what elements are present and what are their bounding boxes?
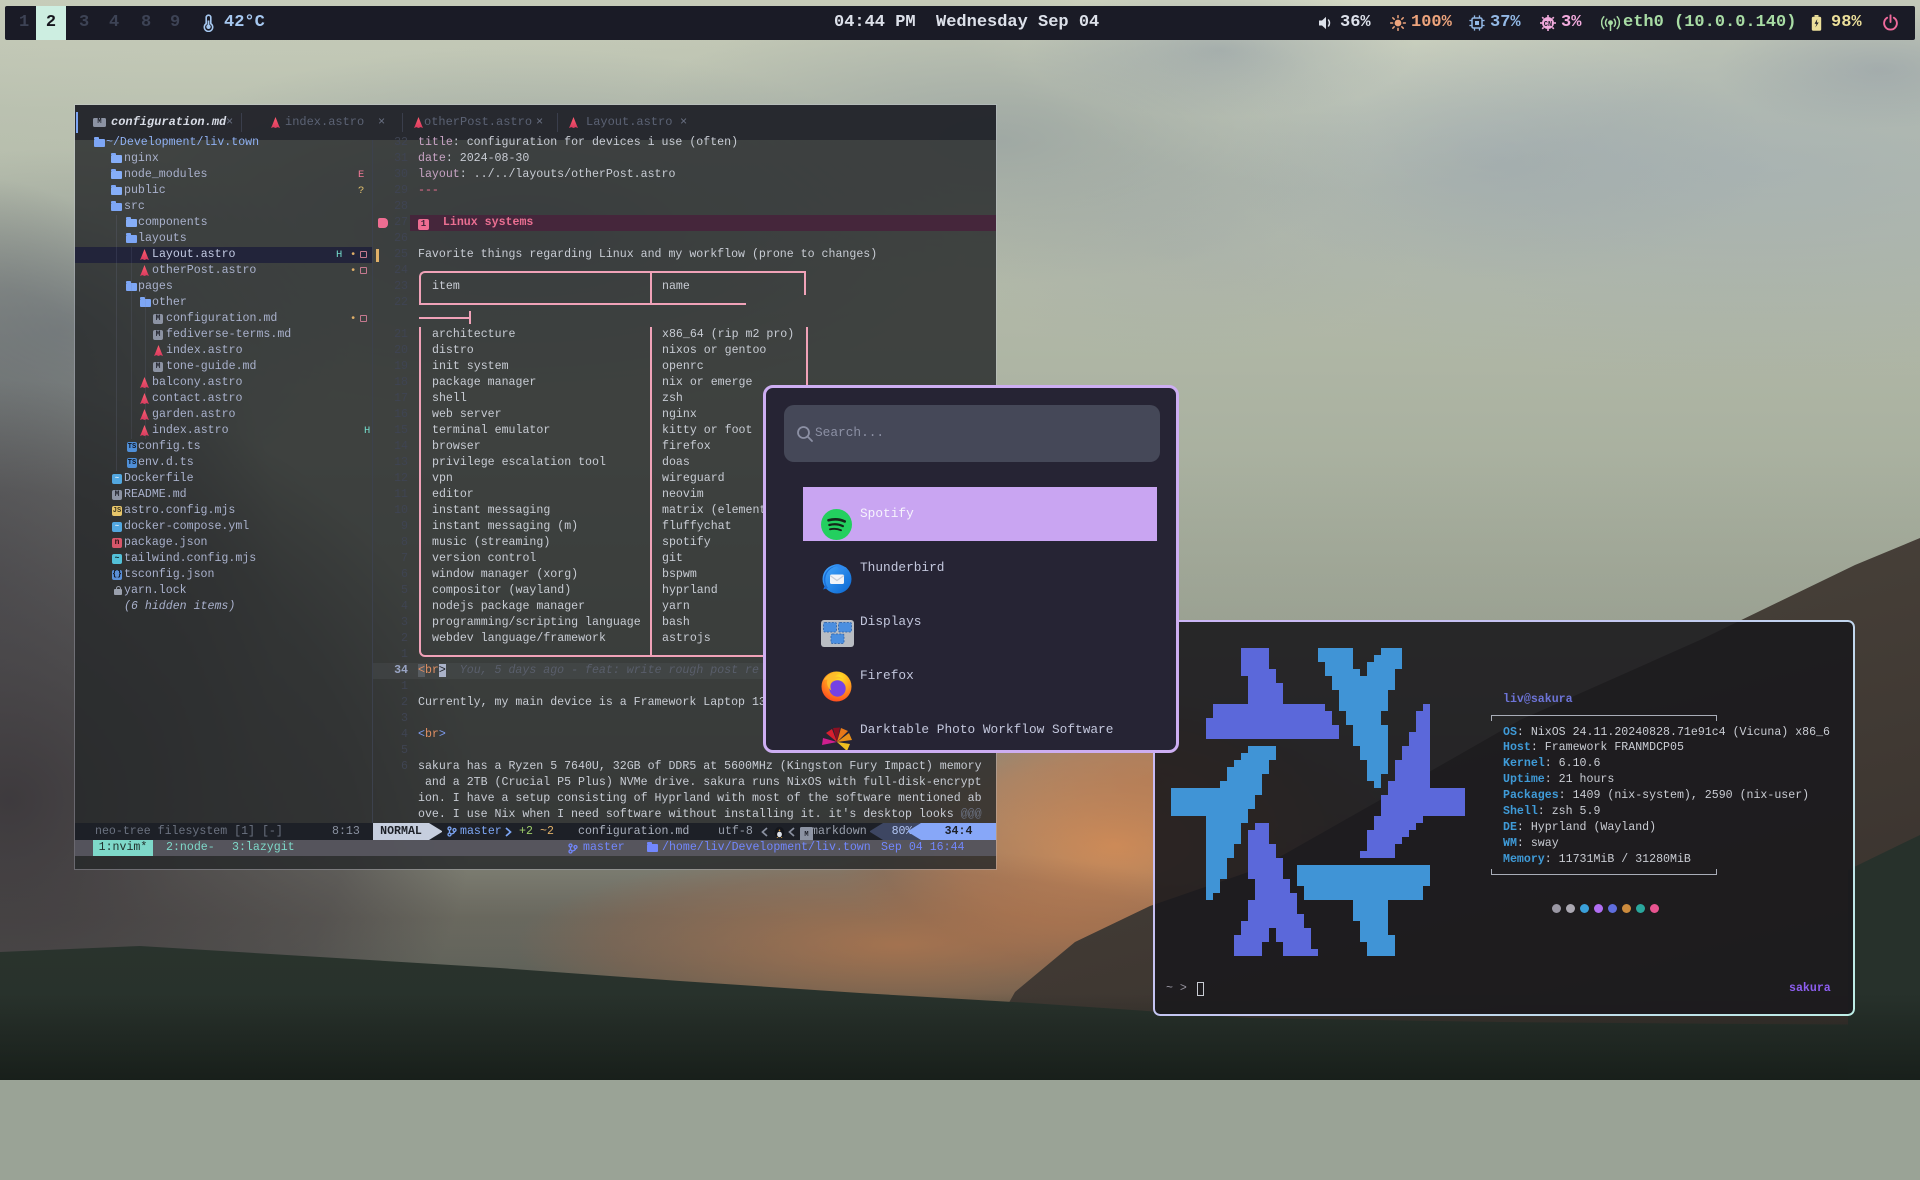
svg-text:CN: CN [1544,21,1552,29]
